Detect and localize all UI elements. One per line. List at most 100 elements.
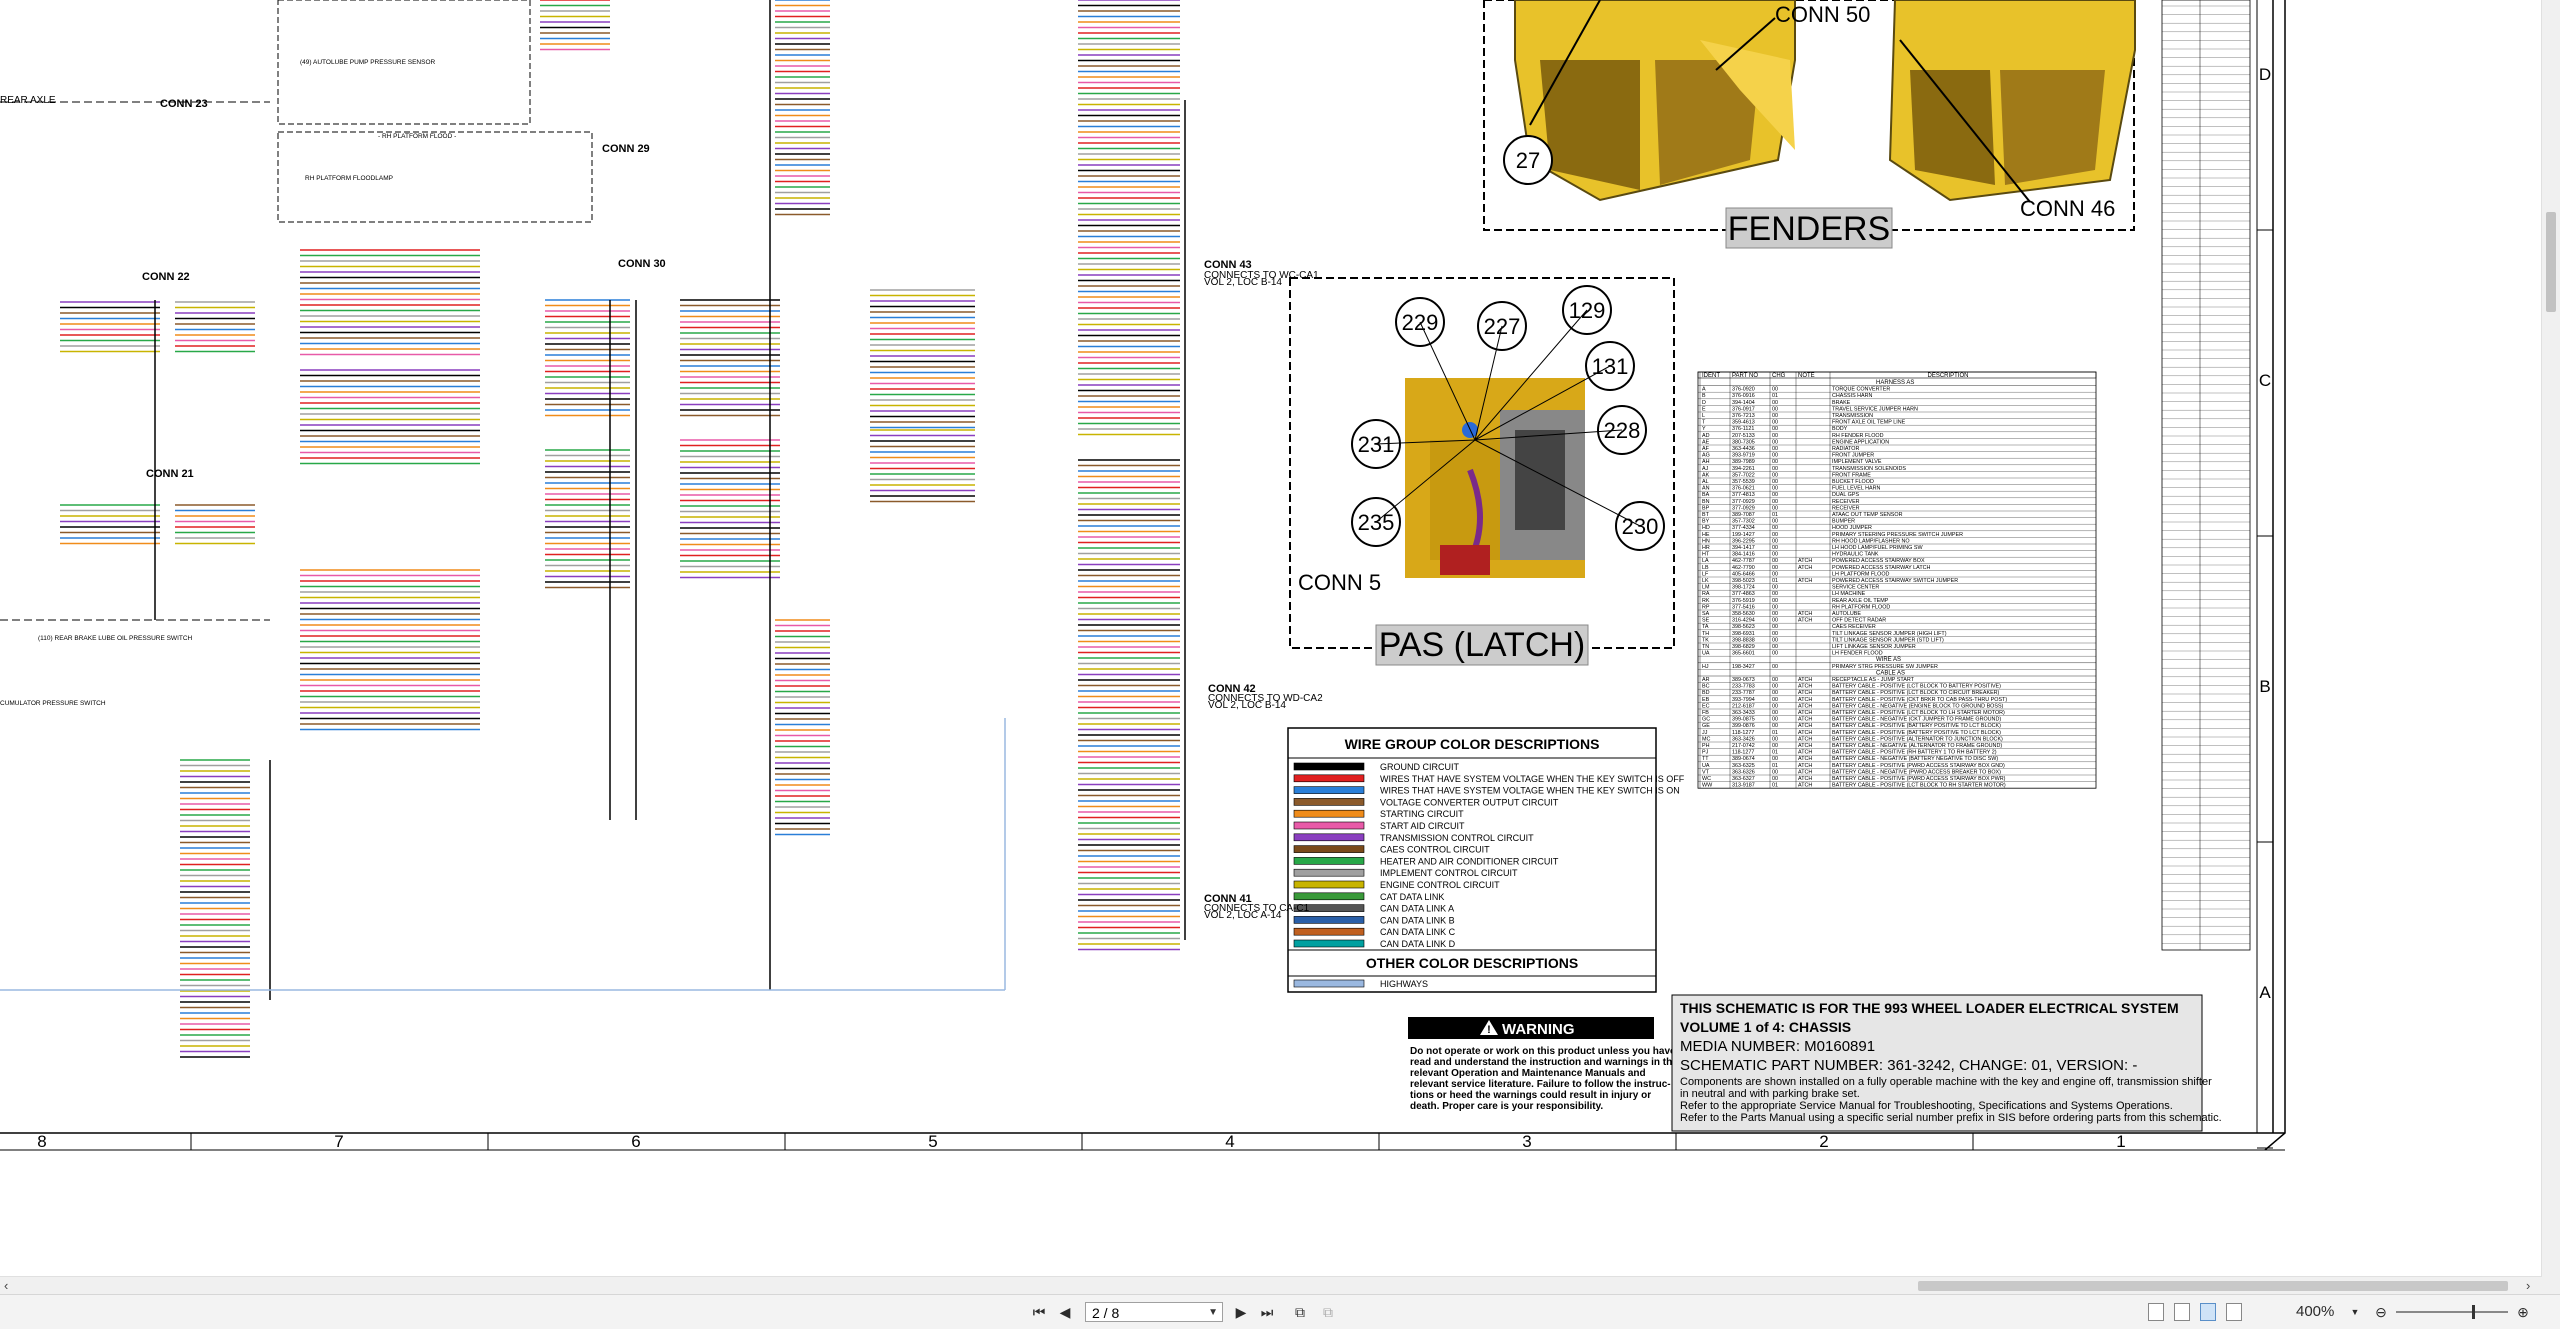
harness-cell: WW — [1702, 783, 1713, 789]
fit-width-icon[interactable]: ⧉ — [1318, 1303, 1338, 1321]
electrical-schematic: 87654321 DCBA FENDERS CONN 50 27 CONN 46 — [0, 0, 2286, 1151]
harness-cell: RADIATOR — [1832, 446, 1859, 452]
harness-cell: ATCH — [1798, 783, 1812, 789]
document-viewport[interactable]: 87654321 DCBA FENDERS CONN 50 27 CONN 46 — [0, 0, 2542, 1276]
wire-legend-label: HEATER AND AIR CONDITIONER CIRCUIT — [1380, 856, 1559, 866]
fit-page-icon[interactable]: ⧉ — [1290, 1303, 1310, 1321]
harness-cell: 363-6325 — [1732, 763, 1755, 769]
horizontal-scrollbar[interactable]: ‹ › — [0, 1276, 2542, 1295]
harness-cell: 376-0621 — [1732, 486, 1755, 492]
harness-header-cell: NOTE — [1798, 373, 1815, 379]
harness-cell: AE — [1702, 439, 1710, 445]
last-page-button[interactable]: ⏭ — [1258, 1303, 1276, 1321]
harness-cell: 399-0875 — [1732, 717, 1755, 723]
scroll-mode-icon[interactable] — [2226, 1303, 2242, 1321]
component-label: VOL 2, LOC B-14 — [1208, 700, 1286, 711]
component-label: (110) REAR BRAKE LUBE OIL PRESSURE SWITC… — [38, 635, 193, 642]
harness-cell: 398-8838 — [1732, 637, 1755, 643]
grid-col-6: 6 — [631, 1132, 640, 1151]
harness-group-title: WIRE AS — [1876, 657, 1901, 663]
single-page-view-icon[interactable] — [2148, 1303, 2164, 1321]
warning-line: read and understand the instruction and … — [1410, 1057, 1678, 1068]
harness-cell: POWERED ACCESS STAIRWAY BOX — [1832, 558, 1925, 564]
harness-cell: ATCH — [1798, 611, 1812, 617]
grid-row-A: A — [2259, 983, 2271, 1002]
harness-cell: BATTERY CABLE - NEGATIVE (PWRD ACCESS BR… — [1832, 769, 2001, 775]
warning-line: tions or heed the warnings could result … — [1410, 1090, 1651, 1101]
harness-cell: 398-5023 — [1732, 578, 1755, 584]
harness-cell: 01 — [1772, 512, 1778, 518]
harness-header-cell: DESCRIPTION — [1927, 373, 1968, 379]
harness-cell: 357-7022 — [1732, 472, 1755, 478]
harness-cell: 358-5630 — [1732, 611, 1755, 617]
harness-cell: 00 — [1772, 591, 1778, 597]
two-page-view-icon[interactable] — [2200, 1303, 2216, 1321]
harness-cell: 363-3426 — [1732, 736, 1755, 742]
scroll-left-icon[interactable]: ‹ — [4, 1278, 8, 1293]
harness-cell: 00 — [1772, 618, 1778, 624]
zoom-in-button[interactable]: ⊕ — [2514, 1303, 2532, 1321]
harness-cell: 376-0917 — [1732, 406, 1755, 412]
wire-legend-label: CAN DATA LINK D — [1380, 939, 1456, 949]
vertical-scrollbar[interactable] — [2541, 0, 2560, 1276]
harness-cell: PRIMARY STEERING PRESSURE SWITCH JUMPER — [1832, 532, 1963, 538]
harness-cell: 01 — [1772, 783, 1778, 789]
zoom-out-button[interactable]: ⊖ — [2372, 1303, 2390, 1321]
harness-cell: 00 — [1772, 413, 1778, 419]
harness-cell: FRONT AXLE OIL TEMP LINE — [1832, 420, 1906, 426]
harness-cell: 00 — [1772, 664, 1778, 670]
zoom-dropdown-icon[interactable]: ▼ — [2350, 1303, 2360, 1321]
harness-cell: 00 — [1772, 690, 1778, 696]
harness-cell: ATCH — [1798, 736, 1812, 742]
wire-legend-label: CAES CONTROL CIRCUIT — [1380, 845, 1490, 855]
harness-cell: MC — [1702, 736, 1710, 742]
harness-cell: 376-7213 — [1732, 413, 1755, 419]
harness-cell: 313-9187 — [1732, 783, 1755, 789]
harness-cell: 00 — [1772, 637, 1778, 643]
scroll-right-icon[interactable]: › — [2526, 1278, 2530, 1293]
harness-cell: ATAAC OUT TEMP SENSOR — [1832, 512, 1903, 518]
title-line: THIS SCHEMATIC IS FOR THE 993 WHEEL LOAD… — [1680, 1000, 2179, 1016]
zoom-level[interactable]: 400% — [2296, 1303, 2334, 1320]
zoom-slider[interactable] — [2396, 1311, 2508, 1313]
harness-cell: AR — [1702, 677, 1710, 683]
prev-page-button[interactable]: ◀ — [1056, 1303, 1074, 1321]
wire-legend-label: ENGINE CONTROL CIRCUIT — [1380, 880, 1500, 890]
page-number-field[interactable]: 2 / 8 ▼ — [1085, 1302, 1223, 1322]
horizontal-scroll-thumb[interactable] — [1918, 1281, 2508, 1291]
harness-cell: 00 — [1772, 486, 1778, 492]
harness-cell: 398-1724 — [1732, 585, 1755, 591]
first-page-button[interactable]: ⏮ — [1030, 1303, 1048, 1321]
harness-cell: ATCH — [1798, 618, 1812, 624]
harness-cell: 00 — [1772, 604, 1778, 610]
harness-cell: 00 — [1772, 532, 1778, 538]
harness-cell: ATCH — [1798, 730, 1812, 736]
connector-label: CONN 29 — [602, 143, 650, 155]
harness-cell: 393-7994 — [1732, 697, 1755, 703]
harness-cell: FRONT JUMPER — [1832, 453, 1874, 459]
harness-cell: BATTERY CABLE - POSITIVE (PWRD ACCESS ST… — [1832, 776, 2006, 782]
grid-col-2: 2 — [1819, 1132, 1828, 1151]
harness-cell: 00 — [1772, 684, 1778, 690]
harness-cell: 00 — [1772, 756, 1778, 762]
other-legend-label: HIGHWAYS — [1380, 979, 1428, 989]
harness-cell: BATTERY CABLE - NEGATIVE (CKT JUMPER TO … — [1832, 717, 2001, 723]
continuous-view-icon[interactable] — [2174, 1303, 2190, 1321]
harness-cell: RA — [1702, 591, 1710, 597]
connector-label: CONN 23 — [160, 98, 208, 110]
vertical-scroll-thumb[interactable] — [2546, 212, 2556, 312]
harness-cell: 00 — [1772, 710, 1778, 716]
harness-group-title: CABLE AS — [1876, 670, 1905, 676]
harness-cell: LF — [1702, 571, 1709, 577]
harness-cell: 363-6327 — [1732, 776, 1755, 782]
harness-cell: 00 — [1772, 453, 1778, 459]
harness-cell: 389-0673 — [1732, 677, 1755, 683]
chevron-down-icon[interactable]: ▼ — [1208, 1303, 1218, 1323]
svg-text:!: ! — [1487, 1024, 1491, 1036]
wire-legend-label: STARTING CIRCUIT — [1380, 809, 1464, 819]
wire-legend-label: VOLTAGE CONVERTER OUTPUT CIRCUIT — [1380, 797, 1559, 807]
next-page-button[interactable]: ▶ — [1232, 1303, 1250, 1321]
zoom-slider-handle[interactable] — [2472, 1305, 2475, 1319]
harness-cell: LH FENDER FLOOD — [1832, 651, 1883, 657]
harness-cell: TRANSMISSION SOLENOIDS — [1832, 466, 1906, 472]
